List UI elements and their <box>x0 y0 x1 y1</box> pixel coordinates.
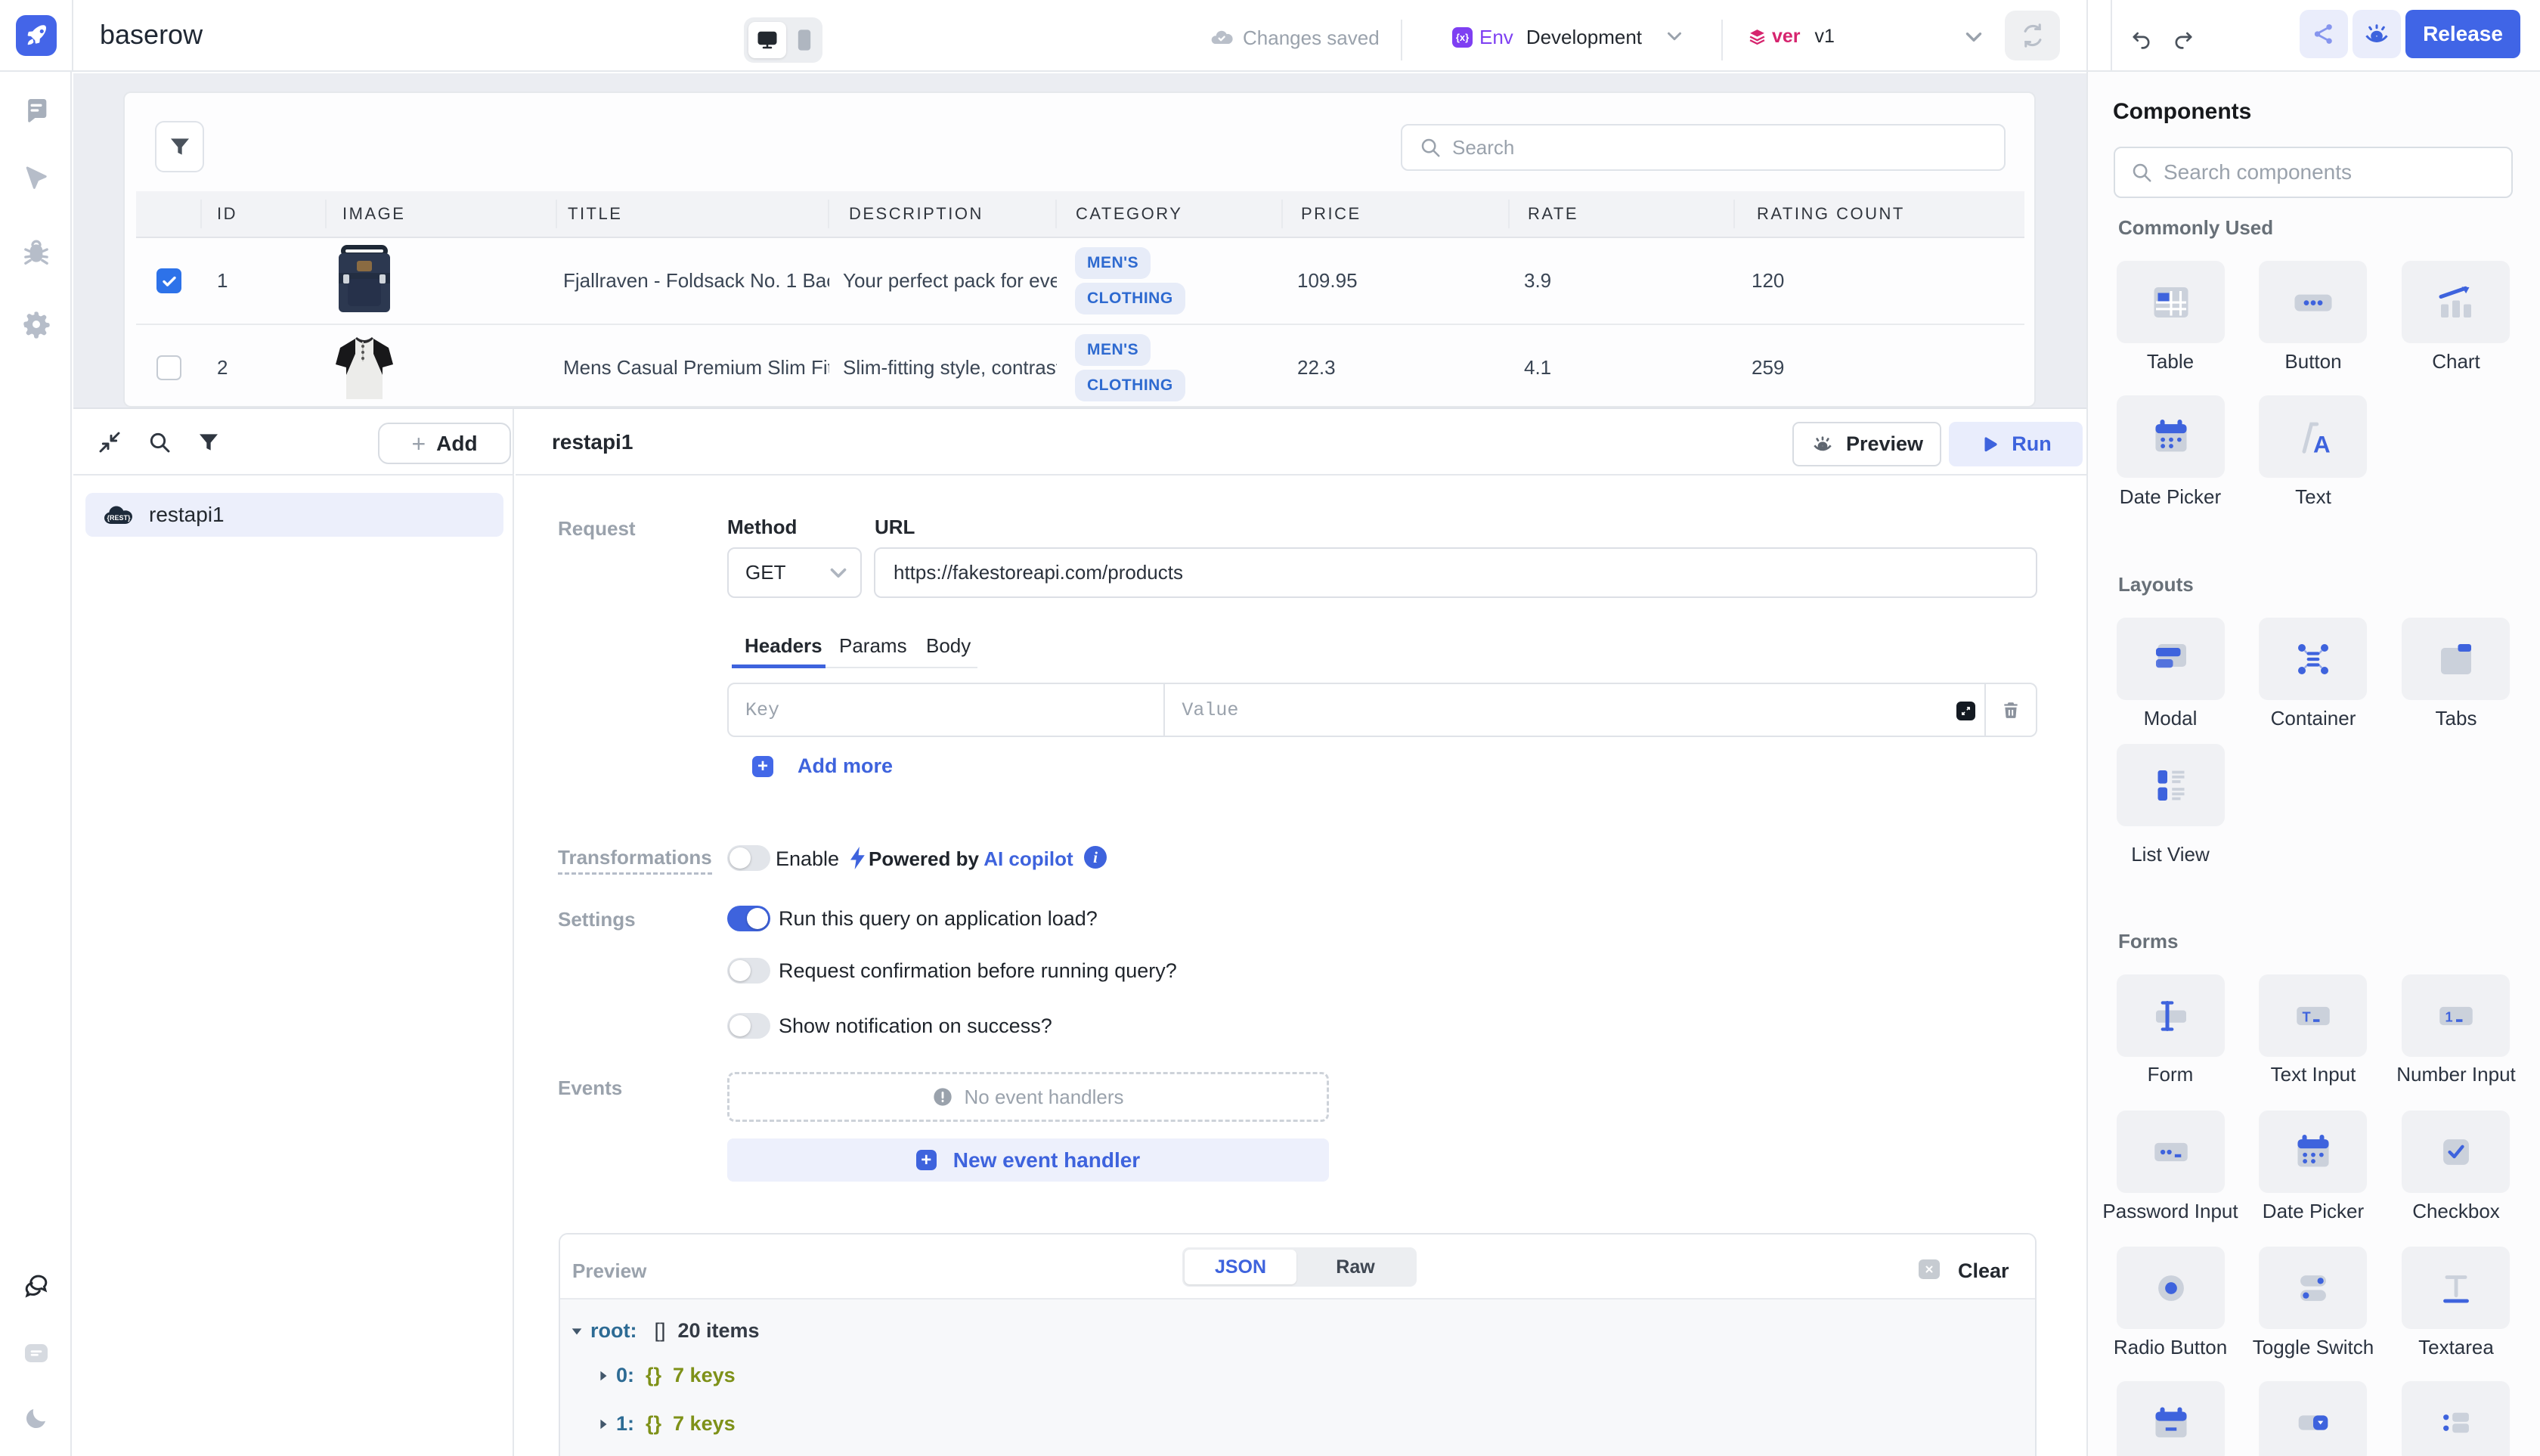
svg-text:T: T <box>2302 1009 2310 1024</box>
svg-text:1: 1 <box>2445 1009 2452 1024</box>
svg-text:{REST}: {REST} <box>107 514 131 522</box>
svg-text:A: A <box>2313 431 2331 457</box>
